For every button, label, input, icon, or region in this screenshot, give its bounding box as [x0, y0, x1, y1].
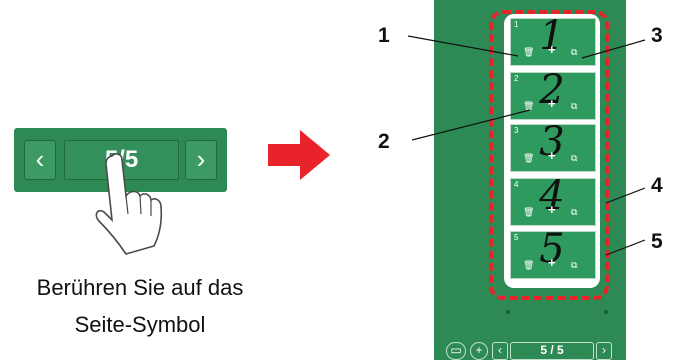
callout-leader-lines [407, 35, 646, 256]
